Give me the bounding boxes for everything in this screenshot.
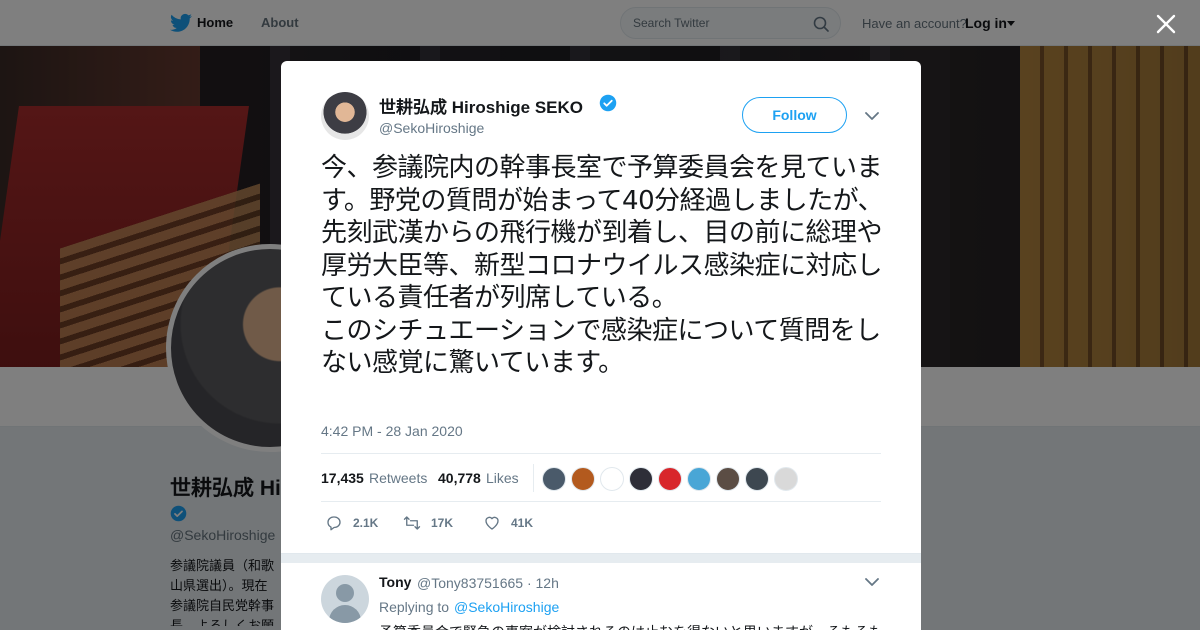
tweet-text: 今、参議院内の幹事長室で予算委員会を見ています。野党の質問が始まって40分経過し… — [321, 153, 884, 378]
verified-badge-icon — [599, 94, 617, 112]
reply-count: 2.1K — [353, 516, 379, 530]
likes-count[interactable]: 40,778 — [438, 470, 481, 486]
liker-avatar[interactable] — [542, 467, 566, 491]
chevron-down-icon[interactable] — [865, 577, 879, 587]
chevron-down-icon[interactable] — [865, 111, 879, 121]
reply-text: 予算委員会で緊急の事案が検討されるのは止むを得ないと思いますが、そもそも — [379, 622, 879, 630]
liker-avatar[interactable] — [716, 467, 740, 491]
reply-author-handle[interactable]: @Tony83751665 · 12h — [417, 575, 559, 591]
heart-icon[interactable] — [483, 514, 501, 532]
tweet-timestamp[interactable]: 4:42 PM - 28 Jan 2020 — [321, 423, 463, 439]
like-count: 41K — [511, 516, 534, 530]
liker-avatar[interactable] — [687, 467, 711, 491]
tweet-modal: 世耕弘成 Hiroshige SEKO @SekoHiroshige Follo… — [281, 61, 921, 630]
retweets-count[interactable]: 17,435 — [321, 470, 364, 486]
likes-label[interactable]: Likes — [486, 470, 519, 486]
stats-divider — [533, 464, 534, 492]
liker-avatar[interactable] — [629, 467, 653, 491]
author-avatar[interactable] — [321, 92, 369, 140]
follow-button[interactable]: Follow — [742, 97, 847, 133]
reply-author-name[interactable]: Tony — [379, 574, 411, 590]
replying-to-link[interactable]: @SekoHiroshige — [454, 599, 559, 615]
retweet-icon[interactable] — [403, 514, 421, 532]
section-divider — [281, 553, 921, 563]
author-name[interactable]: 世耕弘成 Hiroshige SEKO — [379, 93, 583, 118]
reply-icon[interactable] — [325, 514, 343, 532]
tweet-actions: 2.1K 17K 41K — [321, 513, 881, 537]
liker-avatar[interactable] — [600, 467, 624, 491]
author-handle[interactable]: @SekoHiroshige — [379, 120, 484, 136]
reply-avatar[interactable] — [321, 575, 369, 623]
replying-to-label: Replying to — [379, 599, 450, 615]
retweet-count: 17K — [431, 516, 454, 530]
liker-avatar[interactable] — [774, 467, 798, 491]
liker-avatar[interactable] — [571, 467, 595, 491]
liker-avatar[interactable] — [658, 467, 682, 491]
close-icon[interactable] — [1154, 12, 1178, 36]
tweet-stats: 17,435 Retweets 40,778 Likes — [321, 453, 881, 502]
retweets-label[interactable]: Retweets — [369, 470, 427, 486]
liker-avatar[interactable] — [745, 467, 769, 491]
